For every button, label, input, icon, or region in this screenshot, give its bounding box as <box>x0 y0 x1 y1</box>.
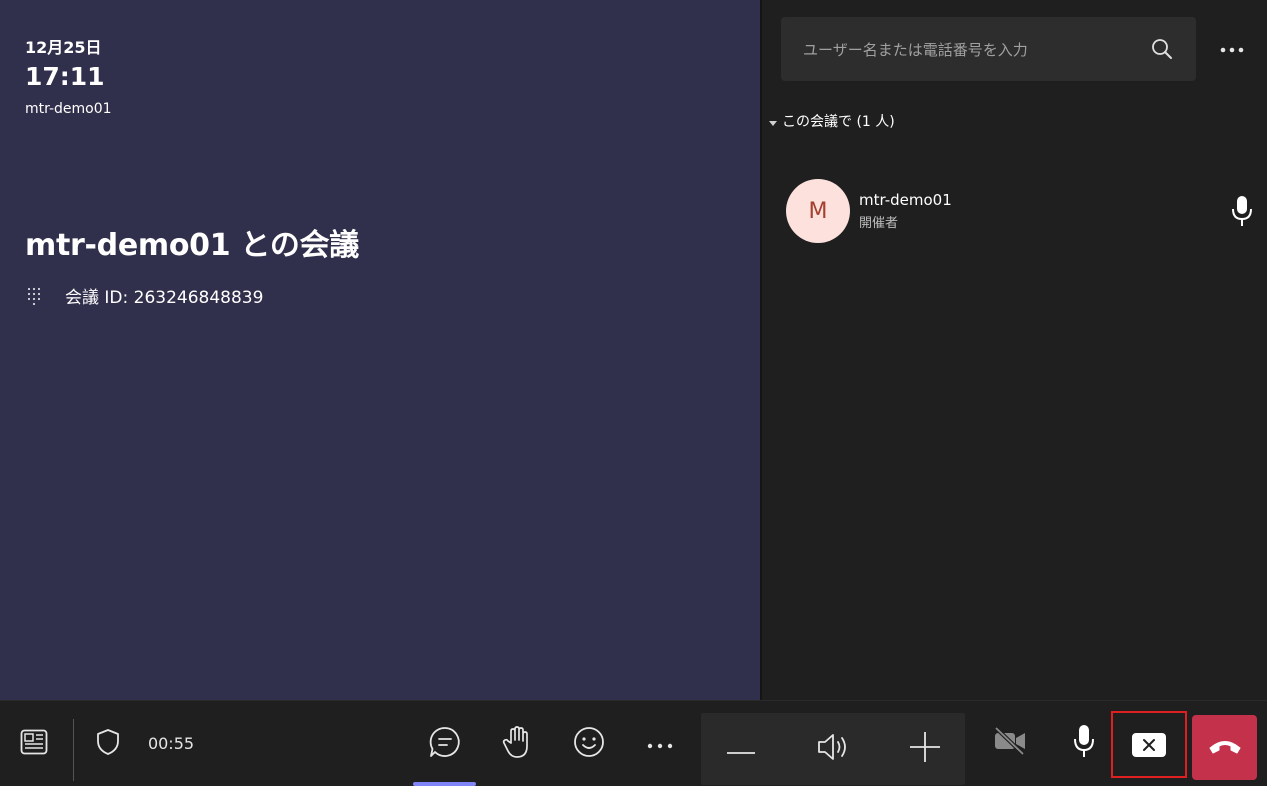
participant-name: mtr-demo01 <box>859 191 952 209</box>
avatar: M <box>786 179 850 243</box>
meeting-info-panel: 12月25日 17:11 mtr-demo01 mtr-demo01 との会議 … <box>0 0 760 700</box>
meeting-id-row: 会議 ID: 263246848839 <box>25 283 263 308</box>
hangup-icon <box>1208 737 1242 759</box>
room-name: mtr-demo01 <box>25 101 112 117</box>
raise-hand-icon <box>502 725 532 763</box>
participants-panel: ユーザー名または電話番号を入力 この会議で (1 人) M mtr-demo01 <box>762 0 1267 700</box>
call-duration: 00:55 <box>147 734 195 753</box>
plus-icon <box>909 731 941 767</box>
meeting-time: 17:11 <box>25 62 105 91</box>
speaker-icon <box>816 731 850 767</box>
participant-row[interactable]: M mtr-demo01 開催者 <box>786 178 1256 244</box>
mic-icon <box>1071 723 1097 763</box>
more-icon <box>647 734 673 753</box>
meeting-stage: 12月25日 17:11 mtr-demo01 mtr-demo01 との会議 … <box>0 0 1267 700</box>
emoji-icon <box>573 726 605 762</box>
close-icon <box>1132 732 1166 757</box>
layout-icon <box>20 729 48 759</box>
dialpad-icon <box>25 287 43 305</box>
shield-icon <box>95 728 121 760</box>
close-panel-button[interactable] <box>1111 711 1187 778</box>
minus-icon <box>726 740 756 759</box>
meeting-id: 会議 ID: 263246848839 <box>65 288 264 308</box>
layout-button[interactable] <box>14 701 54 786</box>
participant-mic-icon <box>1228 194 1256 228</box>
chat-button[interactable] <box>420 701 470 786</box>
camera-off-icon <box>993 726 1027 760</box>
search-placeholder: ユーザー名または電話番号を入力 <box>803 40 1028 59</box>
volume-down-button[interactable] <box>719 713 763 785</box>
participant-search-input[interactable]: ユーザー名または電話番号を入力 <box>781 17 1196 81</box>
toolbar-separator <box>73 719 74 781</box>
reactions-button[interactable] <box>564 701 614 786</box>
more-options-icon[interactable] <box>1217 38 1247 62</box>
meeting-security-button[interactable] <box>90 701 126 786</box>
caret-down-icon <box>768 116 778 126</box>
mic-button[interactable] <box>1062 700 1106 785</box>
meeting-title: mtr-demo01 との会議 <box>25 228 359 263</box>
hangup-button[interactable] <box>1192 715 1257 780</box>
volume-control-group <box>701 713 965 785</box>
volume-up-button[interactable] <box>903 713 947 785</box>
in-meeting-section-header[interactable]: この会議で (1 人) <box>768 111 895 131</box>
participant-role: 開催者 <box>859 216 899 231</box>
participant-info: mtr-demo01 開催者 <box>859 191 952 231</box>
search-icon[interactable] <box>1150 37 1174 61</box>
raise-hand-button[interactable] <box>492 701 542 786</box>
call-timer: 00:55 <box>146 701 196 786</box>
speaker-button[interactable] <box>811 713 855 785</box>
meeting-date: 12月25日 <box>25 38 102 57</box>
more-actions-button[interactable] <box>640 701 680 786</box>
chat-icon <box>428 725 462 763</box>
camera-button[interactable] <box>988 700 1032 785</box>
chat-active-indicator <box>413 782 476 786</box>
section-header-label: この会議で (1 人) <box>782 114 895 130</box>
